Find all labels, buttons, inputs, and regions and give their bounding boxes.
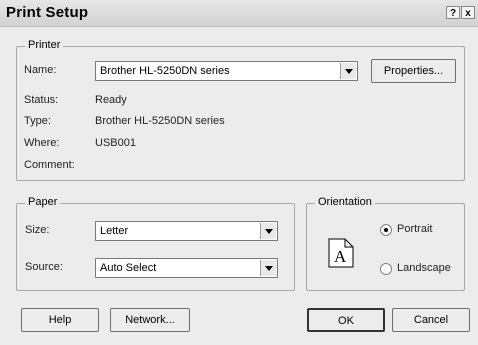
paper-source-value: Auto Select — [100, 262, 157, 274]
chevron-down-icon[interactable] — [260, 223, 276, 239]
portrait-page-icon: A — [328, 238, 354, 268]
title-bar: Print Setup ? x — [0, 0, 478, 27]
status-value: Ready — [95, 94, 127, 106]
where-value: USB001 — [95, 137, 136, 149]
printer-group: Printer Name: Brother HL-5250DN series P… — [16, 39, 465, 181]
status-label: Status: — [24, 94, 59, 106]
page-letter: A — [334, 247, 347, 266]
close-button[interactable]: x — [461, 6, 475, 19]
network-button[interactable]: Network... — [110, 308, 190, 332]
chevron-down-icon[interactable] — [340, 63, 356, 79]
name-label: Name: — [24, 64, 57, 76]
chevron-down-icon[interactable] — [260, 260, 276, 276]
cancel-button[interactable]: Cancel — [392, 308, 470, 332]
dialog-title: Print Setup — [6, 4, 89, 21]
type-label: Type: — [24, 115, 51, 127]
printer-legend: Printer — [25, 39, 64, 51]
orientation-group: Orientation A Portrait Landscape — [306, 196, 465, 291]
comment-label: Comment: — [24, 159, 75, 171]
size-label: Size: — [25, 224, 50, 236]
paper-legend: Paper — [25, 196, 61, 208]
printer-name-value: Brother HL-5250DN series — [100, 65, 230, 77]
paper-group: Paper Size: Letter Source: Auto Select — [16, 196, 295, 291]
where-label: Where: — [24, 137, 60, 149]
help-title-button[interactable]: ? — [446, 6, 460, 19]
paper-size-value: Letter — [100, 225, 129, 237]
print-setup-dialog: Print Setup ? x Printer Name: Brother HL… — [0, 0, 478, 345]
ok-button[interactable]: OK — [307, 308, 385, 332]
landscape-label[interactable]: Landscape — [397, 262, 451, 274]
portrait-label[interactable]: Portrait — [397, 223, 432, 235]
paper-size-select[interactable]: Letter — [95, 221, 278, 241]
properties-button[interactable]: Properties... — [371, 59, 456, 83]
paper-source-select[interactable]: Auto Select — [95, 258, 278, 278]
help-button[interactable]: Help — [21, 308, 99, 332]
printer-name-select[interactable]: Brother HL-5250DN series — [95, 61, 358, 81]
source-label: Source: — [25, 261, 63, 273]
portrait-radio[interactable] — [380, 224, 392, 236]
type-value: Brother HL-5250DN series — [95, 115, 225, 127]
orientation-legend: Orientation — [315, 196, 375, 208]
landscape-radio[interactable] — [380, 263, 392, 275]
